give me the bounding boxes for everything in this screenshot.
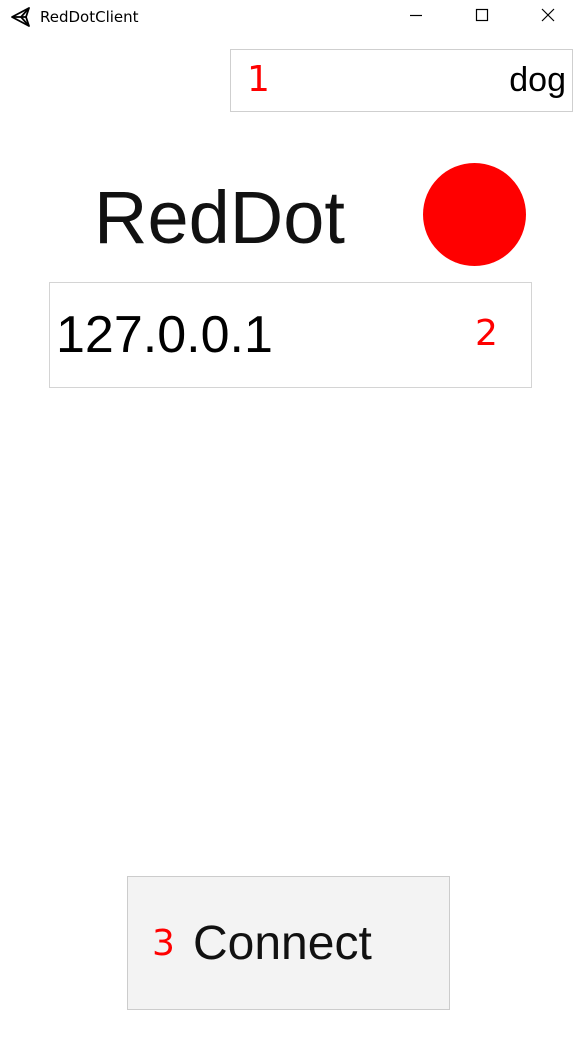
minimize-button[interactable]: [383, 0, 449, 34]
title-bar[interactable]: RedDotClient: [0, 0, 583, 34]
name-field[interactable]: [230, 49, 573, 112]
status-dot: [423, 163, 526, 266]
close-icon: [540, 7, 556, 28]
connect-button-label: Connect: [193, 917, 372, 970]
annotation-marker-2: 2: [475, 313, 498, 354]
annotation-marker-3: 3: [152, 923, 175, 964]
ip-address-input[interactable]: [50, 283, 531, 387]
window-title: RedDotClient: [40, 8, 139, 26]
maximize-button[interactable]: [449, 0, 515, 34]
annotation-marker-1: 1: [247, 59, 270, 100]
unity-icon: [9, 6, 33, 28]
app-heading: RedDot: [94, 176, 345, 259]
maximize-icon: [474, 7, 490, 28]
connect-button[interactable]: Connect: [127, 876, 450, 1010]
app-window: RedDotClient 1 RedDot 2 Connect 3: [0, 0, 583, 1063]
close-button[interactable]: [515, 0, 581, 34]
name-input[interactable]: [231, 50, 572, 111]
ip-address-field[interactable]: [49, 282, 532, 388]
minimize-icon: [408, 7, 424, 28]
